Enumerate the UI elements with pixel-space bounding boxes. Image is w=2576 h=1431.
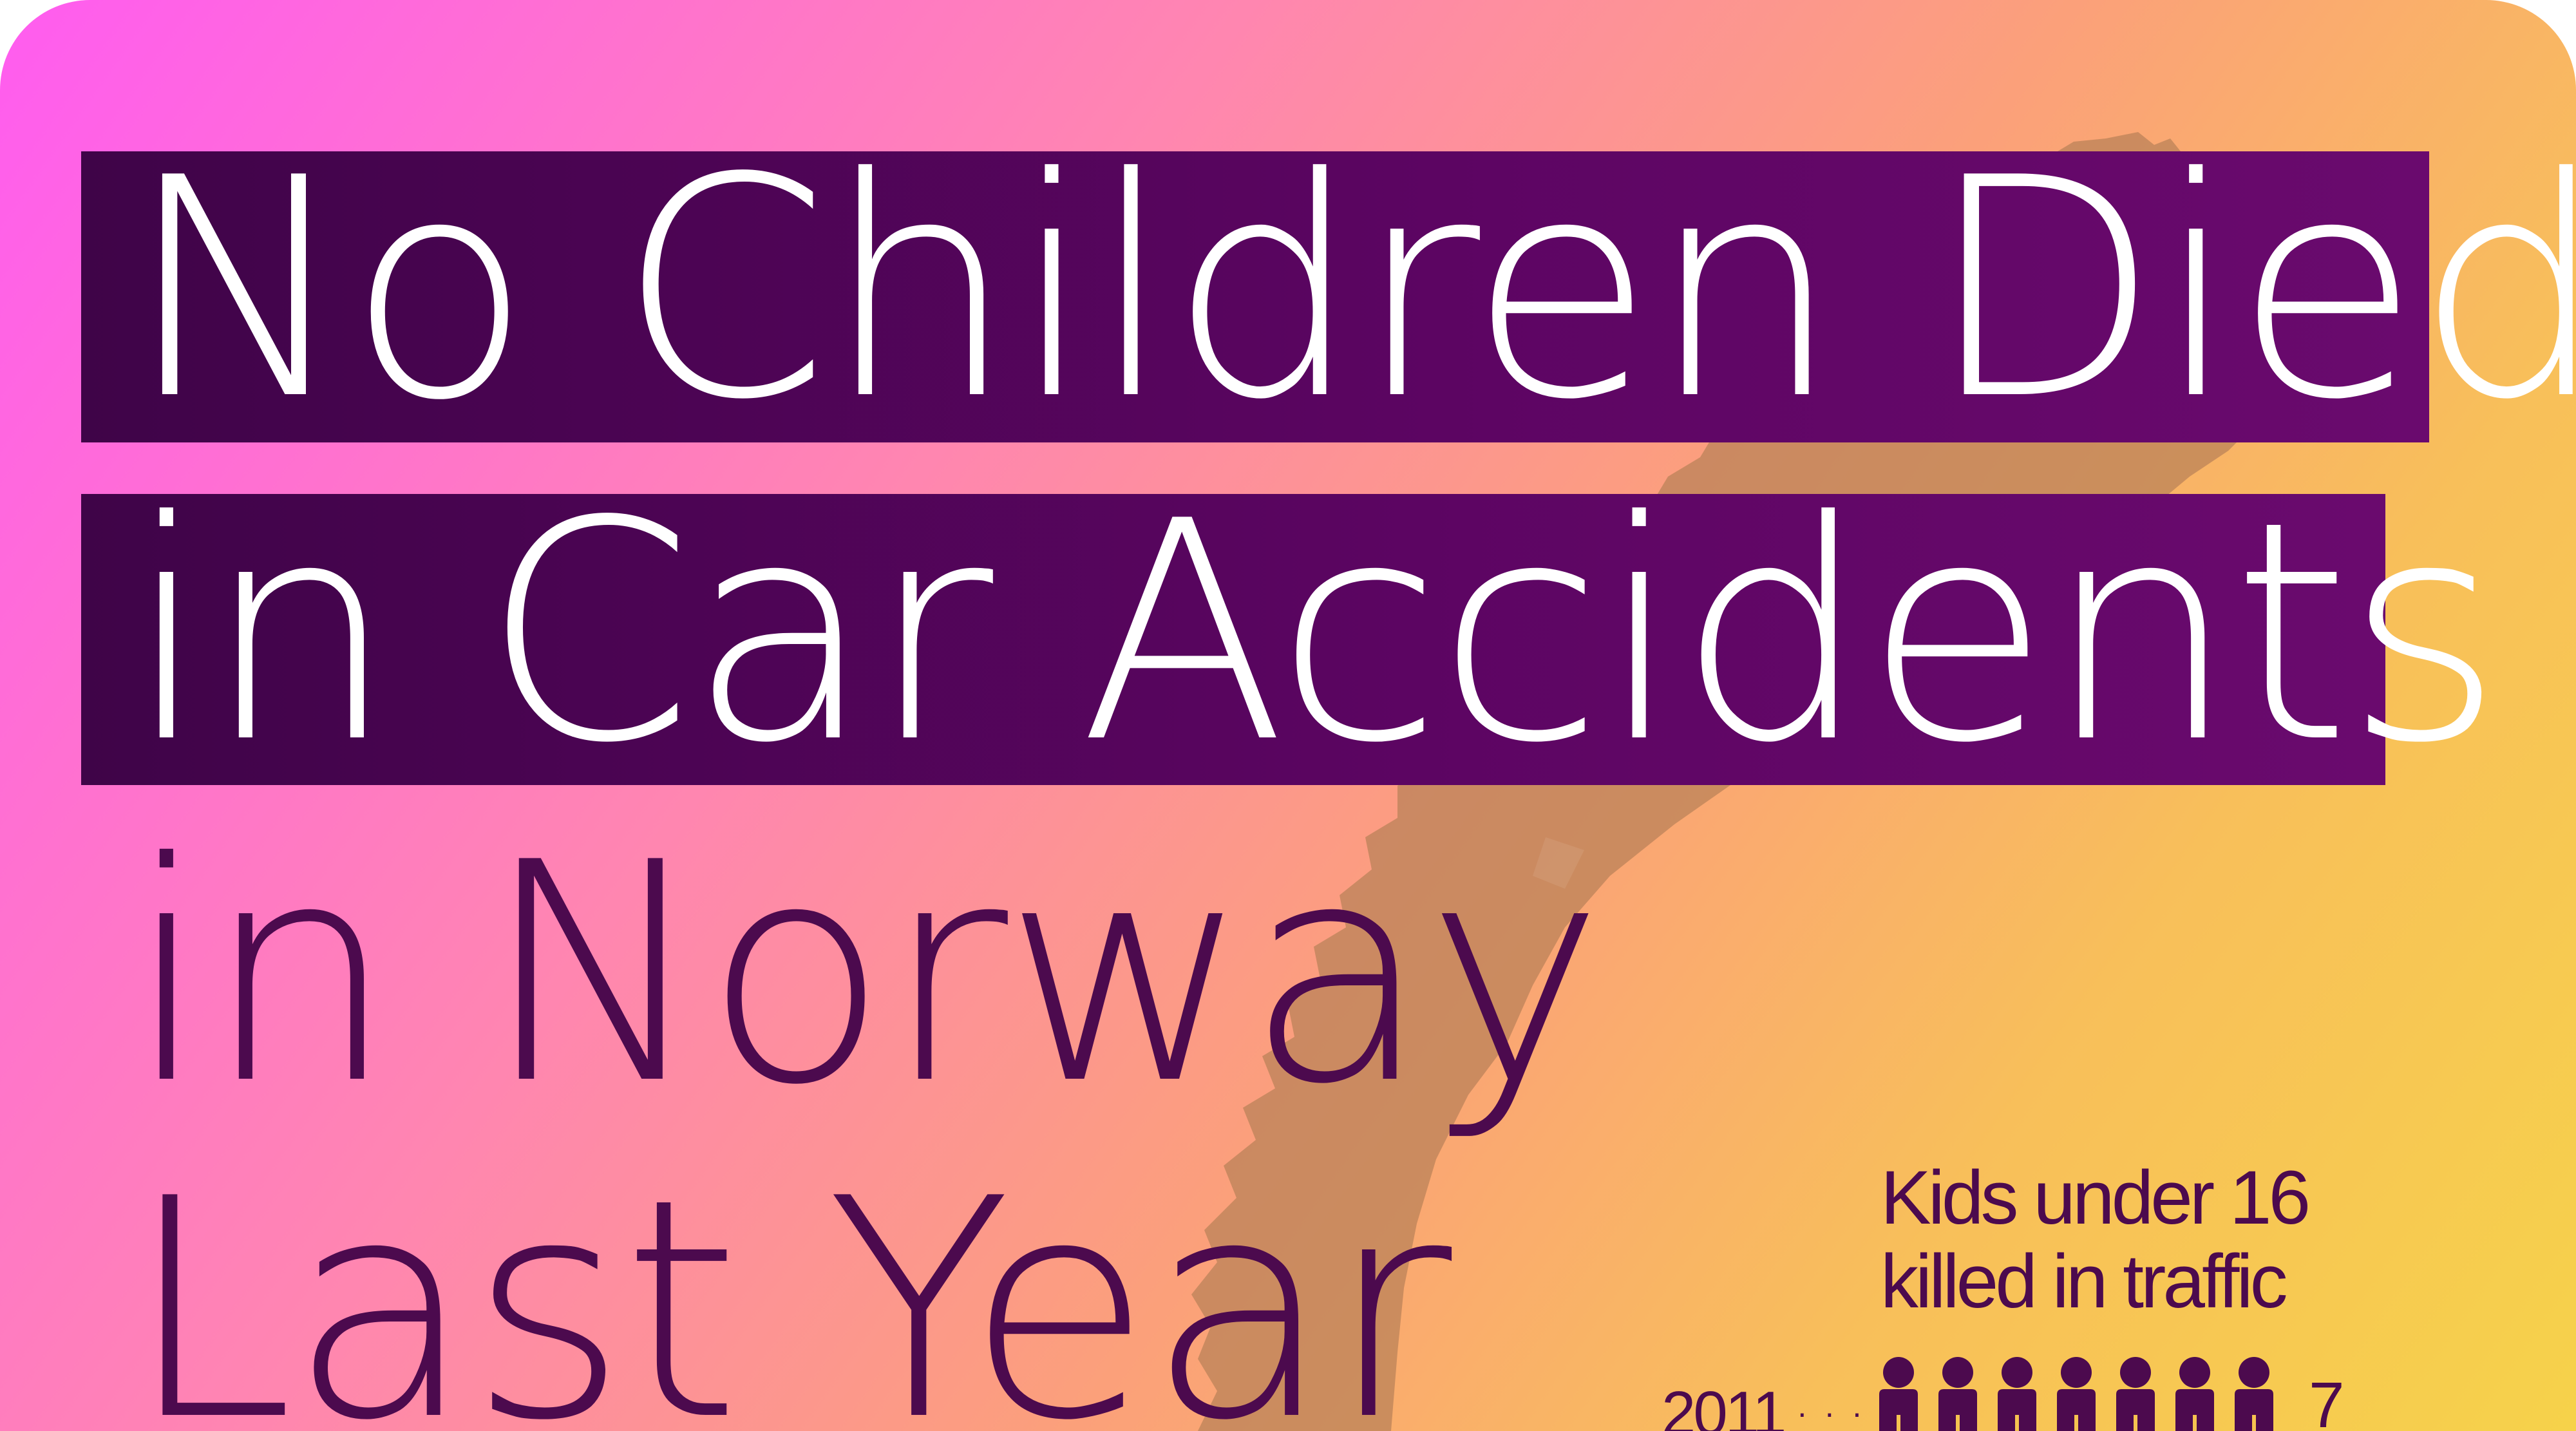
headline-line-2: in Car Accidents bbox=[126, 457, 2503, 809]
child-figure-icon bbox=[2116, 1357, 2155, 1431]
child-figure-icon bbox=[1998, 1357, 2036, 1431]
child-icon-row bbox=[1879, 1357, 2273, 1431]
leader-dots: · · · bbox=[1797, 1395, 1866, 1431]
row-year-label: 2011 bbox=[1662, 1379, 1786, 1431]
child-figure-icon bbox=[2235, 1357, 2273, 1431]
legend-title-line-2: killed in traffic bbox=[1880, 1239, 2288, 1324]
legend-title: Kids under 16 killed in traffic bbox=[1880, 1155, 2311, 1324]
headline-line-1: No Children Died bbox=[126, 113, 2576, 466]
row-count-label: 7 bbox=[2309, 1369, 2345, 1431]
infographic-card: No Children Died in Car Accidents in Nor… bbox=[0, 0, 2576, 1431]
headline-line-3: in Norway bbox=[126, 798, 1605, 1150]
legend-title-line-1: Kids under 16 bbox=[1880, 1155, 2311, 1240]
child-figure-icon bbox=[1938, 1357, 1977, 1431]
headline-line-4: Last Year bbox=[126, 1134, 1452, 1431]
child-figure-icon bbox=[2175, 1357, 2214, 1431]
child-figure-icon bbox=[1879, 1357, 1918, 1431]
child-figure-icon bbox=[2057, 1357, 2096, 1431]
